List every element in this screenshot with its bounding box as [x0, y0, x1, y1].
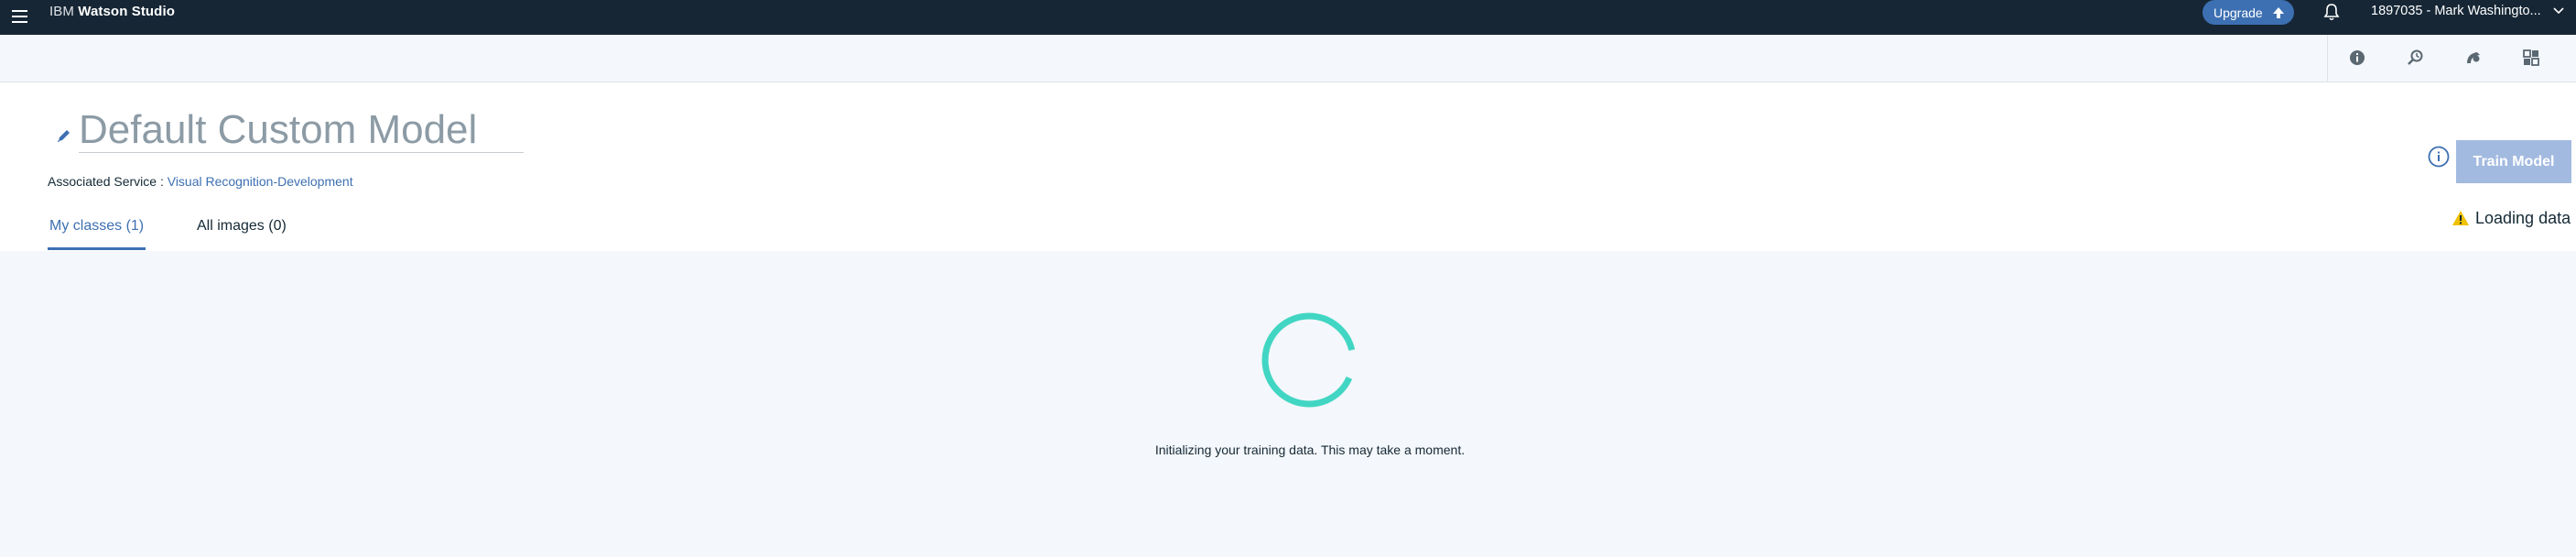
top-navigation-bar: IBM Watson Studio Upgrade 1897035 - Mark… [0, 0, 2576, 35]
account-switcher[interactable]: 1897035 - Mark Washingto... [2371, 4, 2541, 18]
loading-spinner [1261, 312, 1357, 408]
upgrade-button[interactable]: Upgrade [2203, 0, 2294, 25]
pencil-edit-icon[interactable] [55, 126, 73, 145]
toolbar-divider [2327, 35, 2328, 82]
brand-name: Watson Studio [78, 4, 175, 19]
tab-all-images[interactable]: All images (0) [197, 218, 287, 235]
find-replace-icon[interactable] [2405, 47, 2427, 69]
associated-service-label: Associated Service : [48, 174, 164, 189]
app-brand[interactable]: IBM Watson Studio [49, 4, 175, 19]
status-message: Initializing your training data. This ma… [1154, 442, 1466, 457]
upgrade-label: Upgrade [2213, 5, 2263, 20]
active-tab-indicator [48, 247, 146, 250]
secondary-toolbar [0, 35, 2576, 82]
info-icon[interactable] [2427, 145, 2451, 169]
brand-prefix: IBM [49, 4, 74, 19]
dashboard-icon[interactable] [2520, 47, 2542, 69]
notification-bell-icon[interactable] [2322, 2, 2342, 22]
model-header: Default Custom Model Associated Service … [0, 82, 2576, 251]
associated-service-link[interactable]: Visual Recognition-Development [168, 174, 353, 189]
info-icon[interactable] [2346, 47, 2368, 69]
loading-status-text: Loading data [2475, 209, 2571, 227]
chevron-down-icon[interactable] [2552, 6, 2565, 16]
recognition-icon[interactable] [2462, 47, 2484, 69]
tab-my-classes[interactable]: My classes (1) [49, 218, 144, 235]
associated-service: Associated Service : Visual Recognition-… [48, 174, 353, 189]
model-name-input[interactable]: Default Custom Model [79, 106, 524, 153]
arrow-up-icon [2272, 6, 2284, 18]
warning-icon [2452, 211, 2469, 225]
train-model-button[interactable]: Train Model [2456, 140, 2571, 183]
hamburger-menu-icon[interactable] [9, 5, 33, 28]
